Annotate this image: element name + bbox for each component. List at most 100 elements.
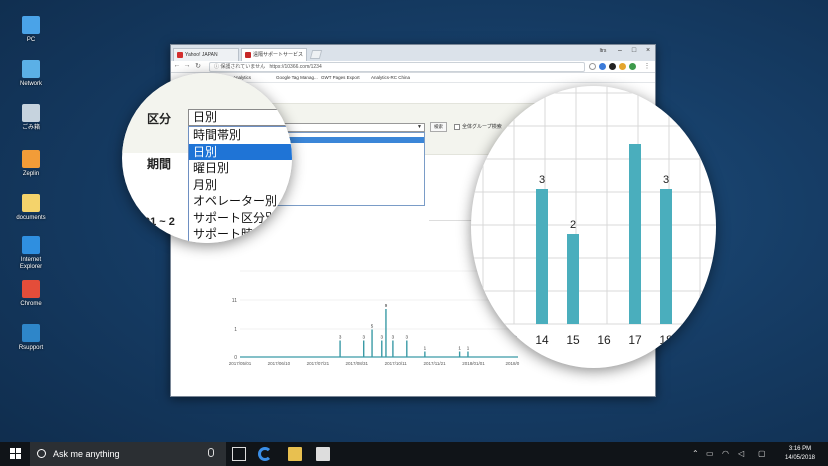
edge-icon[interactable] [258, 447, 272, 461]
chrome-icon [22, 280, 40, 298]
user-profile-label[interactable]: ltrs [593, 45, 613, 57]
bookmark-item[interactable]: Analytics-RC China [371, 73, 410, 83]
tab-label: Yahoo! JAPAN [185, 52, 218, 58]
desktop-icon-label: ごみ箱 [21, 125, 40, 131]
group-search-checkbox[interactable] [454, 124, 460, 130]
new-tab-button[interactable] [309, 50, 323, 59]
category-select[interactable]: ▼ [273, 123, 425, 132]
dropdown-option[interactable]: サポート時 [189, 226, 292, 243]
bar-value-label: 9 [385, 303, 388, 308]
network-icon [22, 60, 40, 78]
chart-bar [567, 234, 579, 324]
search-button[interactable]: 検索 [430, 122, 447, 132]
task-view-icon[interactable] [232, 447, 246, 461]
clock[interactable]: 3:16 PM 14/05/2018 [782, 445, 818, 463]
minimize-icon[interactable]: – [613, 45, 627, 57]
desktop-icon[interactable]: Zeplin [10, 150, 52, 178]
x-tick-label: 2017/08/31 [345, 361, 368, 366]
y-tick-label: 11 [232, 298, 237, 304]
magnifier-chart: 133142151617318 [471, 86, 716, 368]
dropdown-option[interactable]: 時間帯別 [189, 127, 292, 144]
y-tick-label: 1 [234, 327, 237, 333]
desktop-icon[interactable]: ごみ箱 [10, 104, 52, 132]
tab-label: 遠隔サポートサービス [253, 52, 304, 58]
tab-remote-support[interactable]: 遠隔サポートサービス [241, 48, 307, 61]
clock-date: 14/05/2018 [784, 455, 816, 461]
recycle-bin-icon [22, 104, 40, 122]
security-text: 保護されていません [220, 64, 266, 70]
tab-yahoo[interactable]: Yahoo! JAPAN [173, 48, 239, 61]
x-tick-label: 2017/11/21 [423, 361, 446, 366]
volume-icon[interactable]: ◁ [738, 442, 744, 466]
magnifier-dropdown: 区分 期間 日別 時間帯別 日別 曜日別 月別 オペレーター別 サポート区分別 サポート時 … [122, 73, 292, 243]
x-tick-label: 2017/07/21 [307, 361, 330, 366]
extension-icon[interactable] [599, 63, 606, 70]
desktop-icon[interactable]: Internet Explorer [10, 236, 52, 271]
forward-icon[interactable]: → [183, 62, 191, 69]
taskbar-search[interactable]: Ask me anything [30, 442, 226, 466]
period-label: 期間 [147, 157, 172, 171]
desktop-icon-label: Chrome [20, 301, 42, 307]
zeplin-icon [22, 150, 40, 168]
remote-support-favicon-icon [245, 52, 251, 58]
desktop-icon-label: Internet Explorer [19, 257, 43, 270]
file-explorer-icon[interactable] [288, 447, 302, 461]
tab-bar: Yahoo! JAPAN 遠隔サポートサービス ltrs – □ × [171, 45, 655, 61]
x-tick-label: 14 [535, 333, 549, 347]
bar-value-label: 3 [362, 335, 365, 340]
desktop-icon-label: PC [26, 37, 36, 43]
dropdown-option[interactable]: 月別 [189, 177, 292, 194]
menu-icon[interactable]: ⋮ [643, 62, 651, 70]
search-placeholder: Ask me anything [53, 449, 120, 459]
x-tick-label: 16 [597, 333, 611, 347]
reload-icon[interactable]: ↻ [194, 62, 202, 70]
dropdown-option[interactable]: オペレーター別 [189, 193, 292, 210]
bar-value-label: 1 [424, 346, 427, 351]
category-select-zoom[interactable]: 日別 [188, 109, 292, 126]
taskbar: Ask me anything ⌃ ▭ ◠ ◁ ▢ 3:16 PM 14/05/… [0, 442, 828, 466]
period-text-partial: 01 ~ 2 [144, 216, 175, 228]
windows-start-icon[interactable] [10, 448, 22, 460]
x-tick-label: 2017/05/01 [229, 361, 252, 366]
dropdown-option[interactable]: 日別 [189, 143, 292, 160]
bookmark-star-icon[interactable] [589, 63, 596, 70]
bar-value-label: 5 [371, 324, 374, 329]
category-label: 区分 [147, 112, 172, 126]
desktop-icon[interactable]: Rsupport [10, 324, 52, 352]
chart-bar [536, 189, 548, 324]
store-icon[interactable] [316, 447, 330, 461]
x-tick-label: 18 [659, 333, 673, 347]
desktop-icon[interactable]: PC [10, 16, 52, 44]
close-icon[interactable]: × [641, 45, 655, 57]
desktop-icon-label: Network [19, 81, 42, 87]
notification-icon[interactable]: ▢ [758, 442, 766, 466]
desktop-icon-label: documents [16, 215, 46, 221]
dropdown-option[interactable]: 曜日別 [189, 160, 292, 177]
back-icon[interactable]: ← [173, 62, 181, 69]
network-icon[interactable]: ◠ [722, 442, 729, 466]
maximize-icon[interactable]: □ [627, 45, 641, 57]
zoomed-chart: 133142151617318 [471, 86, 716, 347]
yahoo-favicon-icon [177, 52, 183, 58]
bar-value-label: 3 [339, 335, 342, 340]
desktop-icon[interactable]: Chrome [10, 280, 52, 308]
desktop-icon[interactable]: Network [10, 60, 52, 88]
tray-expand-icon[interactable]: ⌃ [692, 442, 699, 466]
dropdown-option[interactable]: サポート区分別 [189, 210, 292, 227]
bar-value-label: 3 [539, 174, 545, 186]
url-field[interactable]: ⓘ 保護されていません https://10366.com/1234 [209, 62, 585, 72]
pc-icon [22, 16, 40, 34]
x-tick-label: 17 [628, 333, 642, 347]
microphone-icon[interactable] [208, 448, 214, 457]
extension-icon[interactable] [629, 63, 636, 70]
chart-bar [660, 189, 672, 324]
extension-icon[interactable] [609, 63, 616, 70]
x-tick-label: 2018/01/01 [462, 361, 485, 366]
extension-icon[interactable] [619, 63, 626, 70]
window-controls: ltrs – □ × [593, 45, 655, 57]
battery-icon[interactable]: ▭ [706, 442, 714, 466]
folder-icon [22, 194, 40, 212]
desktop-icon[interactable]: documents [10, 194, 52, 222]
bookmark-item[interactable]: GWT Pages Export [321, 73, 360, 83]
bar-value-label: 3 [663, 174, 669, 186]
